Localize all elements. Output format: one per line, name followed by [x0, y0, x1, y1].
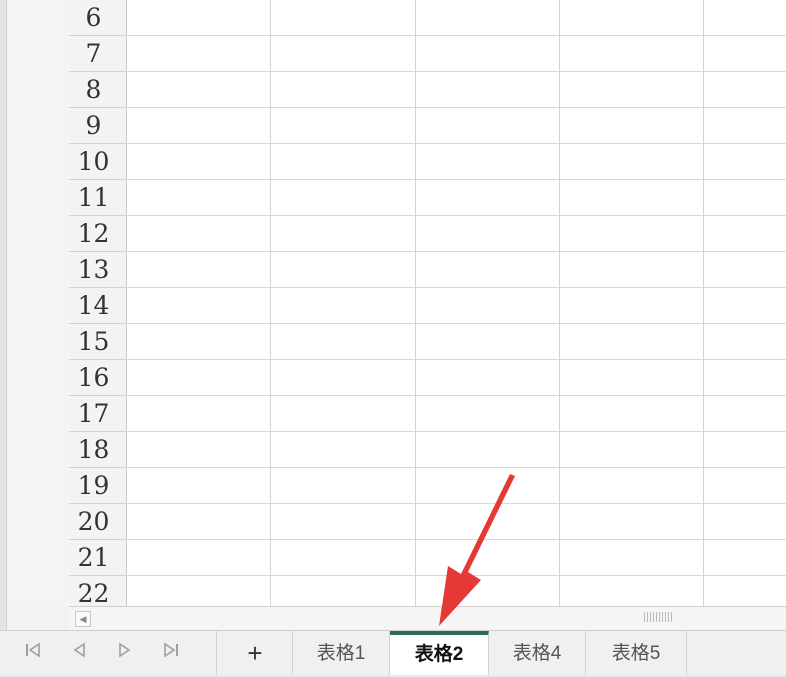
sheet-tab[interactable]: 表格1: [293, 631, 390, 675]
row-header[interactable]: 22: [69, 576, 126, 606]
row-header[interactable]: 21: [69, 540, 126, 576]
row-gridline: [126, 251, 786, 252]
row-header[interactable]: 17: [69, 396, 126, 432]
spreadsheet-window: 6 7 8 9 10 11 12 13 14 15 16 17 18 19 20…: [0, 0, 786, 675]
row-gridline: [126, 215, 786, 216]
row-gridline: [126, 467, 786, 468]
add-sheet-button[interactable]: +: [218, 631, 293, 675]
row-gridline: [126, 431, 786, 432]
row-gridline: [126, 359, 786, 360]
row-gridline: [126, 107, 786, 108]
row-gridline: [126, 143, 786, 144]
row-header[interactable]: 15: [69, 324, 126, 360]
row-gridline: [126, 539, 786, 540]
left-margin: [7, 0, 69, 606]
scrollbar-grip-icon[interactable]: [644, 612, 674, 622]
row-header[interactable]: 9: [69, 108, 126, 144]
column-gridline: [703, 0, 704, 606]
row-header[interactable]: 18: [69, 432, 126, 468]
row-gridline: [126, 71, 786, 72]
scroll-left-icon[interactable]: ◀: [75, 611, 91, 627]
row-gridline: [126, 575, 786, 576]
row-header[interactable]: 8: [69, 72, 126, 108]
worksheet-grid[interactable]: 6 7 8 9 10 11 12 13 14 15 16 17 18 19 20…: [69, 0, 786, 606]
row-gridline: [126, 395, 786, 396]
row-header[interactable]: 12: [69, 216, 126, 252]
row-headers: 6 7 8 9 10 11 12 13 14 15 16 17 18 19 20…: [69, 0, 127, 606]
row-header[interactable]: 13: [69, 252, 126, 288]
row-header[interactable]: 16: [69, 360, 126, 396]
previous-sheet-icon[interactable]: [66, 641, 92, 665]
row-header[interactable]: 11: [69, 180, 126, 216]
row-gridline: [126, 323, 786, 324]
row-gridline: [126, 35, 786, 36]
cell-area[interactable]: [126, 0, 786, 606]
last-sheet-icon[interactable]: [158, 641, 184, 665]
row-header[interactable]: 14: [69, 288, 126, 324]
sheet-tab[interactable]: 表格5: [586, 631, 687, 675]
row-header[interactable]: 10: [69, 144, 126, 180]
row-gridline: [126, 179, 786, 180]
row-header[interactable]: 7: [69, 36, 126, 72]
row-gridline: [126, 503, 786, 504]
row-header[interactable]: 20: [69, 504, 126, 540]
sheet-tab-active[interactable]: 表格2: [390, 631, 489, 675]
column-gridline: [559, 0, 560, 606]
row-header[interactable]: 19: [69, 468, 126, 504]
column-gridline: [270, 0, 271, 606]
left-border: [0, 0, 7, 630]
sheet-tab-bar: + 表格1 表格2 表格4 表格5: [0, 630, 786, 675]
row-gridline: [126, 287, 786, 288]
first-sheet-icon[interactable]: [20, 641, 46, 665]
horizontal-scrollbar[interactable]: ◀: [69, 606, 786, 629]
sheet-tab[interactable]: 表格4: [489, 631, 586, 675]
tab-nav-divider: [216, 631, 217, 675]
column-gridline: [415, 0, 416, 606]
next-sheet-icon[interactable]: [112, 641, 138, 665]
row-header[interactable]: 6: [69, 0, 126, 36]
